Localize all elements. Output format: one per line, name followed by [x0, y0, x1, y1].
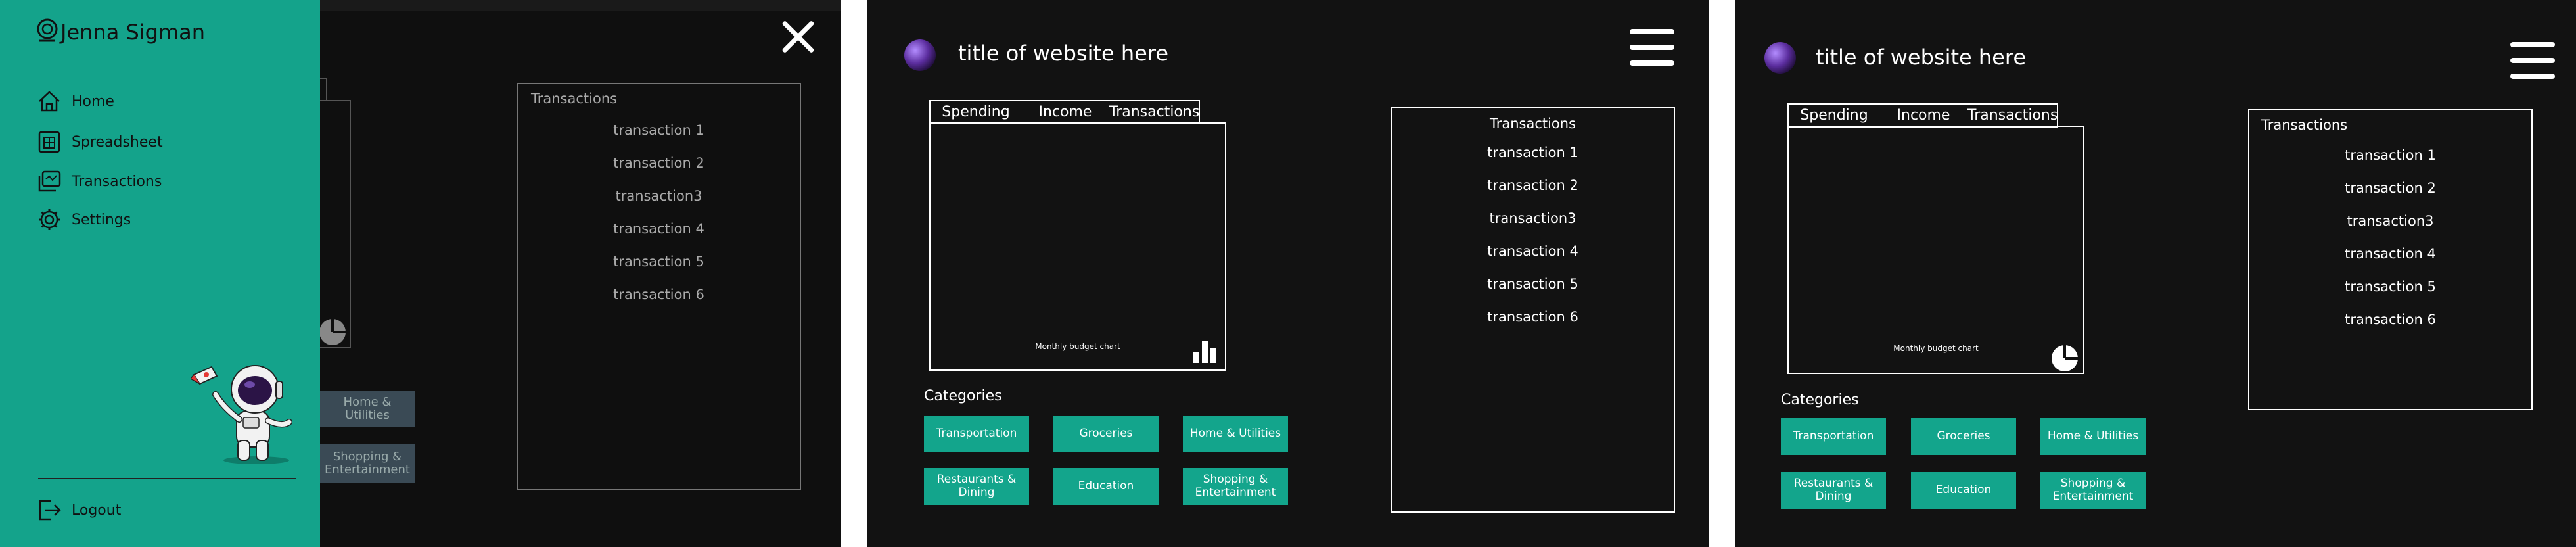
transaction-item[interactable]: transaction 5: [2249, 279, 2531, 295]
screen-dashboard-pie: title of website here Spending Income Tr…: [1735, 0, 2576, 547]
tab-income[interactable]: Income: [1879, 105, 1967, 126]
bar-chart-icon[interactable]: [1192, 338, 1218, 364]
pie-chart-icon[interactable]: [2050, 344, 2079, 373]
monthly-budget-chart: Monthly budget chart: [929, 122, 1226, 371]
transactions-panel: Transactions transaction 1 transaction 2…: [517, 83, 801, 490]
transaction-item[interactable]: transaction 1: [518, 122, 800, 138]
tab-transactions[interactable]: Transactions: [1109, 101, 1199, 123]
nav-settings[interactable]: Settings: [36, 206, 131, 233]
transactions-title: Transactions: [1489, 116, 1576, 131]
gear-icon: [39, 209, 60, 230]
tab-income[interactable]: Income: [1021, 101, 1109, 123]
category-shopping-entertainment[interactable]: Shopping & Entertainment: [2040, 472, 2146, 509]
site-logo[interactable]: [1764, 42, 1796, 74]
transaction-item[interactable]: transaction 2: [2249, 180, 2531, 196]
drawer-divider: [38, 478, 296, 479]
screen-menu-open: Home & Utilities Shopping & Entertainmen…: [0, 0, 841, 547]
transaction-item[interactable]: transaction 5: [1392, 276, 1674, 292]
transaction-item[interactable]: transaction 2: [1392, 178, 1674, 193]
chart-tabs: Spending Income Transactions: [1787, 103, 2058, 128]
side-drawer: Jenna Sigman Home Spreadsheet Transactio…: [0, 0, 320, 547]
hamburger-menu-button[interactable]: [1630, 29, 1674, 66]
transactions-panel: Transactions transaction 1 transaction 2…: [2248, 109, 2533, 410]
category-home-utilities: Home & Utilities: [320, 391, 415, 427]
nav-settings-label: Settings: [72, 211, 131, 228]
nav-spreadsheet[interactable]: Spreadsheet: [36, 129, 163, 155]
site-logo[interactable]: [904, 39, 936, 71]
transaction-item[interactable]: transaction 6: [518, 287, 800, 302]
transaction-item[interactable]: transaction 2: [518, 155, 800, 171]
transaction-item[interactable]: transaction 4: [1392, 243, 1674, 259]
avatar-icon: [37, 18, 58, 42]
screen-dashboard-bar: title of website here Spending Income Tr…: [867, 0, 1709, 547]
logout-icon: [39, 500, 61, 521]
chart-label: Monthly budget chart: [1035, 342, 1120, 351]
categories-label: Categories: [924, 388, 1002, 404]
chart-tabs: Spending Income Transactions: [929, 100, 1200, 124]
category-education[interactable]: Education: [1911, 472, 2016, 509]
transaction-item[interactable]: transaction 5: [518, 254, 800, 270]
hamburger-menu-button[interactable]: [2510, 42, 2555, 79]
monthly-budget-chart: Monthly budget chart: [1787, 126, 2084, 374]
user-name: Jenna Sigman: [60, 20, 206, 45]
category-home-utilities[interactable]: Home & Utilities: [2040, 418, 2146, 455]
transaction-item[interactable]: transaction 6: [1392, 309, 1674, 325]
transaction-item[interactable]: transaction3: [1392, 210, 1674, 226]
category-groceries[interactable]: Groceries: [1053, 416, 1159, 452]
chart-label: Monthly budget chart: [1893, 344, 1979, 353]
category-restaurants-dining[interactable]: Restaurants & Dining: [1781, 472, 1886, 509]
tab-transactions[interactable]: Transactions: [1967, 105, 2058, 126]
category-home-utilities[interactable]: Home & Utilities: [1183, 416, 1288, 452]
category-restaurants-dining[interactable]: Restaurants & Dining: [924, 468, 1029, 505]
site-title: title of website here: [1816, 45, 2026, 70]
close-menu-button[interactable]: [778, 16, 817, 55]
category-education[interactable]: Education: [1053, 468, 1159, 505]
transactions-panel: Transactions transaction 1 transaction 2…: [1391, 107, 1675, 513]
transaction-item[interactable]: transaction3: [2249, 213, 2531, 229]
category-transportation[interactable]: Transportation: [924, 416, 1029, 452]
transaction-item[interactable]: transaction 1: [2249, 147, 2531, 163]
category-groceries[interactable]: Groceries: [1911, 418, 2016, 455]
pie-chart-icon: [319, 319, 346, 345]
category-transportation[interactable]: Transportation: [1781, 418, 1886, 455]
transaction-item[interactable]: transaction 4: [518, 221, 800, 237]
transaction-item[interactable]: transaction3: [518, 188, 800, 204]
nav-home-label: Home: [72, 93, 114, 110]
transactions-title: Transactions: [2261, 117, 2348, 133]
logout-button[interactable]: Logout: [36, 497, 121, 523]
transaction-item[interactable]: transaction 4: [2249, 246, 2531, 262]
logout-label: Logout: [72, 502, 122, 519]
nav-transactions[interactable]: Transactions: [36, 168, 162, 195]
tab-spending[interactable]: Spending: [931, 101, 1021, 123]
transaction-item[interactable]: transaction 1: [1392, 145, 1674, 160]
site-title: title of website here: [958, 41, 1168, 66]
nav-transactions-label: Transactions: [72, 173, 162, 190]
categories-label: Categories: [1781, 392, 1859, 408]
category-shopping-entertainment[interactable]: Shopping & Entertainment: [1183, 468, 1288, 505]
transactions-icon: [38, 170, 61, 192]
transaction-item[interactable]: transaction 6: [2249, 312, 2531, 327]
tab-spending[interactable]: Spending: [1789, 105, 1879, 126]
category-shopping-entertainment: Shopping & Entertainment: [320, 444, 415, 483]
nav-spreadsheet-label: Spreadsheet: [72, 133, 163, 151]
astronaut-illustration: [191, 365, 292, 464]
nav-home[interactable]: Home: [36, 88, 114, 114]
spreadsheet-icon: [38, 131, 60, 153]
transactions-title: Transactions: [531, 91, 618, 107]
home-icon: [39, 91, 60, 112]
